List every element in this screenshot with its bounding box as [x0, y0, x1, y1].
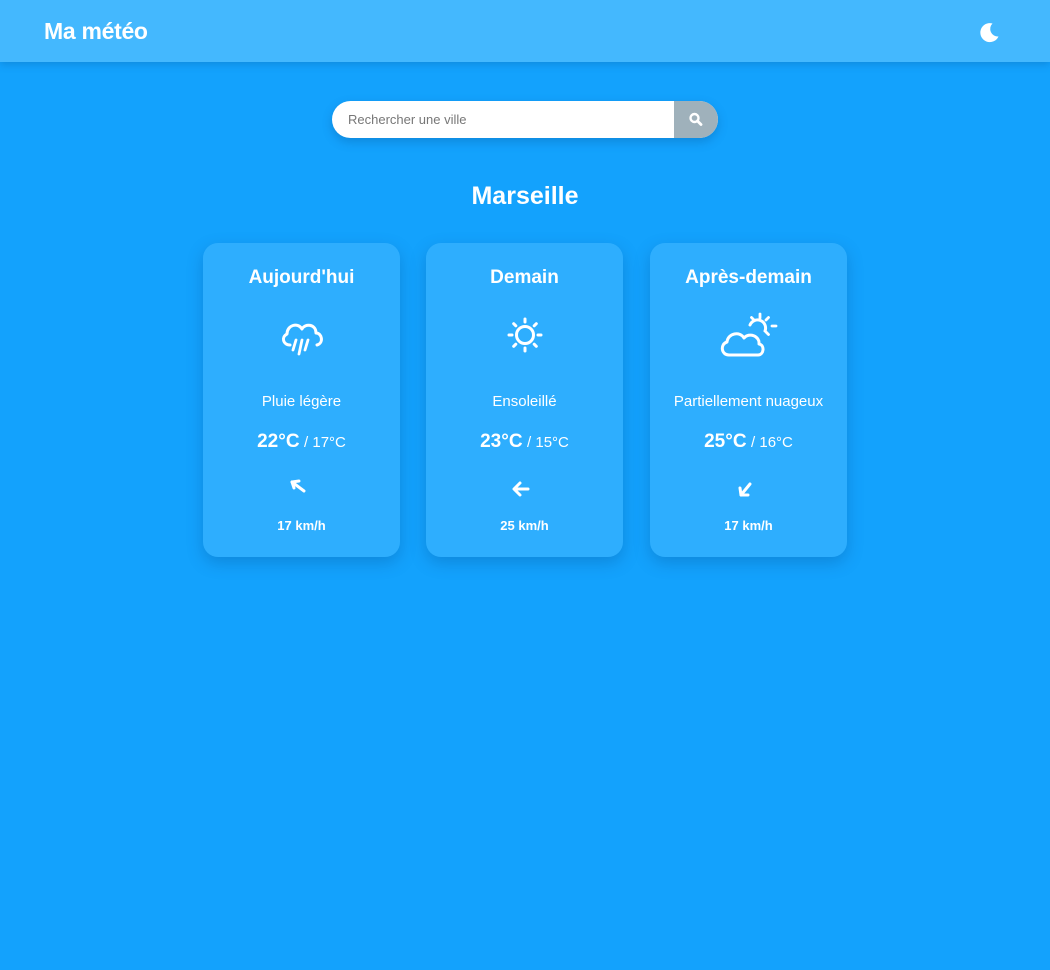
forecast-description: Partiellement nuageux: [673, 393, 824, 410]
search-bar: [332, 101, 718, 138]
forecast-temperatures: 25°C / 16°C: [704, 431, 793, 452]
forecast-card-today: Aujourd'hui Pluie légère 22°C / 17°C 17 …: [203, 243, 400, 557]
moon-icon: [980, 23, 999, 43]
temp-min: 17°C: [312, 434, 346, 451]
wind-speed: 17 km/h: [724, 518, 773, 533]
forecast-temperatures: 22°C / 17°C: [257, 431, 346, 452]
sun-icon: [507, 317, 542, 353]
forecast-card-day-after: Après-demain Partiellement nuageux 25°C …: [650, 243, 847, 557]
forecast-card-tomorrow: Demain Ensoleillé 23°C / 15°C 25 km/h: [426, 243, 623, 557]
temp-min: 15°C: [535, 434, 569, 451]
search-icon: [689, 112, 703, 126]
arrow-up-left-icon: [290, 479, 306, 493]
forecast-temperatures: 23°C / 15°C: [480, 431, 569, 452]
theme-toggle-button[interactable]: [976, 19, 1002, 45]
temp-min: 16°C: [759, 434, 793, 451]
temp-max: 25°C: [704, 431, 747, 452]
partly-cloudy-icon: [720, 312, 777, 357]
arrow-left-icon: [512, 481, 530, 497]
wind-speed: 17 km/h: [277, 518, 326, 533]
forecast-day-label: Aujourd'hui: [248, 267, 355, 288]
app-header: Ma météo: [0, 0, 1050, 62]
temp-max: 23°C: [480, 431, 523, 452]
arrow-down-left-icon: [738, 482, 752, 497]
search-button[interactable]: [674, 101, 718, 138]
city-name: Marseille: [471, 182, 579, 210]
wind-speed: 25 km/h: [500, 518, 549, 533]
search-input[interactable]: [332, 101, 674, 138]
rain-cloud-icon: [281, 323, 323, 356]
temp-max: 22°C: [257, 431, 300, 452]
forecast-day-label: Après-demain: [685, 267, 812, 288]
forecast-description: Ensoleillé: [492, 393, 557, 410]
app-title: Ma météo: [44, 18, 148, 44]
forecast-day-label: Demain: [490, 267, 559, 288]
forecast-description: Pluie légère: [261, 393, 342, 410]
